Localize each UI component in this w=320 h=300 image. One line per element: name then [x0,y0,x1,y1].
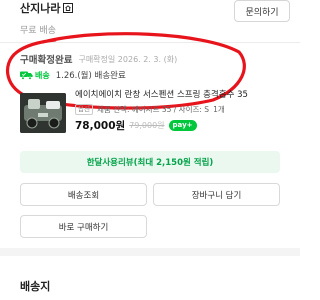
shipping-type: 무료 배송 [20,26,56,36]
track-shipping-button[interactable]: 배송조회 [20,183,147,206]
original-price: 79,000원 [129,121,165,130]
shipping-badge-label: 배송 [35,70,50,80]
section-separator [0,248,300,256]
review-button[interactable]: 한달사용리뷰(최대 2,150원 적립) [20,151,280,173]
store-name-label: 산지나라 [20,2,61,15]
option-text: 제품 선택: 에어시트 35 / 사이즈: S [96,105,210,114]
order-status: 구매확정완료 구매확정일 2026. 2. 3. (화) [20,53,178,67]
product-image [20,93,66,133]
option-badge: 옵션 [75,104,93,115]
inquiry-button[interactable]: 문의하기 [234,0,290,22]
price-row: 78,000원 79,000원 pay+ [75,118,197,133]
store-name[interactable]: 산지나라 [20,0,74,16]
product-name[interactable]: 에이치에이치 란창 서스펜션 스프링 충격흡수 35 [75,88,295,100]
divider [0,42,300,43]
product-option: 옵션 제품 선택: 에어시트 35 / 사이즈: S 1개 [75,104,225,115]
confirm-date: 구매확정일 2026. 2. 3. (화) [78,54,178,64]
truck-icon [20,71,33,80]
price: 78,000원 [75,120,126,132]
shipping-status: 배송 1.26.(월) 배송완료 [20,68,126,82]
product-thumbnail[interactable] [20,93,66,133]
shipping-badge: 배송 [20,70,50,81]
home-icon [63,3,74,13]
status-title: 구매확정완료 [20,55,73,66]
store-header: 산지나라 무료 배송 문의하기 [0,0,300,40]
product-item[interactable]: 에이치에이치 란창 서스펜션 스프링 충격흡수 35 옵션 제품 선택: 에어시… [20,88,295,140]
buy-again-button[interactable]: 바로 구매하기 [20,215,147,238]
shipping-text: 1.26.(월) 배송완료 [55,71,126,81]
add-to-cart-button[interactable]: 장바구니 담기 [153,183,280,206]
shipping-address-title: 배송지 [20,280,51,293]
quantity: 1개 [213,105,225,114]
npay-badge: pay+ [168,120,197,131]
